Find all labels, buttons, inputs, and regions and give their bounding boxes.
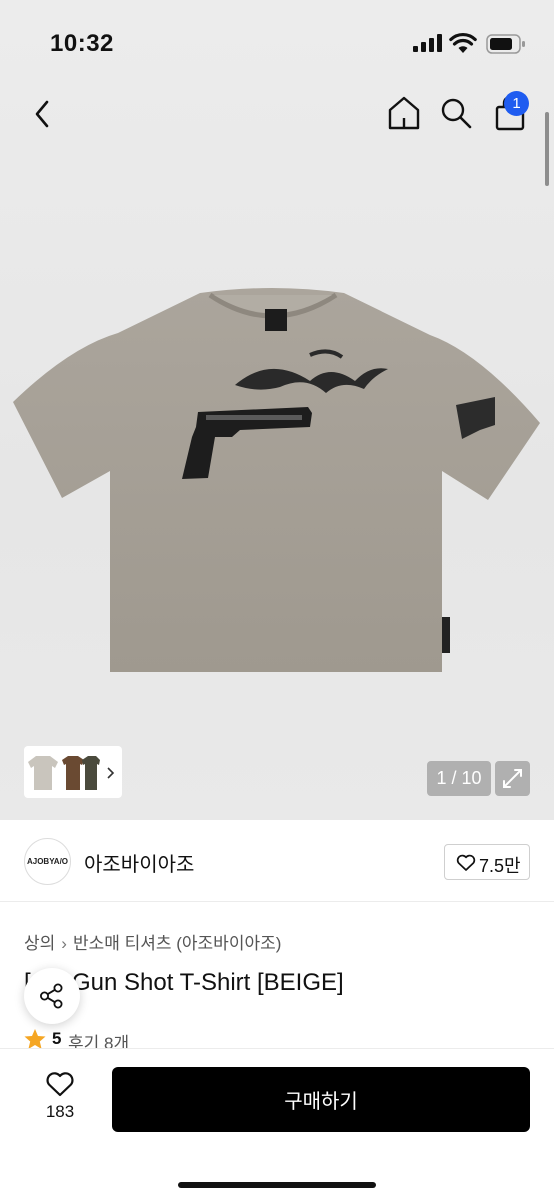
expand-icon	[503, 769, 522, 788]
star-icon	[24, 1029, 46, 1049]
buy-button[interactable]: 구매하기	[112, 1067, 530, 1132]
back-arrow-icon[interactable]	[28, 96, 58, 132]
top-nav	[0, 90, 554, 140]
wishlist-count: 183	[45, 1102, 75, 1121]
brand-name[interactable]: 아조바이아조	[84, 848, 194, 877]
brand-logo[interactable]: AJOBYA/O	[24, 838, 71, 885]
home-icon[interactable]	[386, 94, 422, 132]
scrollbar[interactable]	[545, 112, 549, 186]
cellular-signal-icon	[413, 34, 442, 52]
brand-like-count: 7.5만	[479, 856, 521, 876]
search-icon[interactable]	[438, 94, 474, 132]
heart-icon	[456, 854, 476, 871]
breadcrumb: 상의 › 반소매 티셔츠 (아조바이아조)	[24, 929, 281, 954]
cart-count-badge: 1	[504, 91, 529, 116]
brand-like-button[interactable]: 7.5만	[444, 844, 530, 880]
status-bar: 10:32	[0, 0, 554, 80]
expand-button[interactable]	[495, 761, 530, 796]
image-counter: 1 / 10	[427, 761, 491, 796]
wishlist-button[interactable]: 183	[30, 1071, 90, 1131]
home-indicator	[178, 1182, 376, 1188]
share-icon	[40, 983, 63, 1009]
heart-icon	[46, 1072, 74, 1097]
breadcrumb-item-subcategory[interactable]: 반소매 티셔츠 (아조바이아조)	[73, 929, 281, 954]
product-tshirt-image	[13, 288, 540, 672]
battery-icon	[486, 34, 525, 54]
bottom-action-bar: 183 구매하기	[0, 1048, 554, 1200]
thumbnail-strip[interactable]	[24, 746, 122, 798]
wifi-icon	[449, 32, 477, 53]
thumbnail-images	[28, 756, 115, 790]
breadcrumb-item-category[interactable]: 상의	[24, 929, 55, 954]
brand-row[interactable]: AJOBYA/O 아조바이아조 7.5만	[0, 820, 554, 902]
rating-score: 5	[52, 1029, 62, 1048]
status-time: 10:32	[50, 30, 114, 57]
share-button[interactable]	[24, 968, 80, 1024]
chevron-right-icon: ›	[61, 934, 67, 953]
